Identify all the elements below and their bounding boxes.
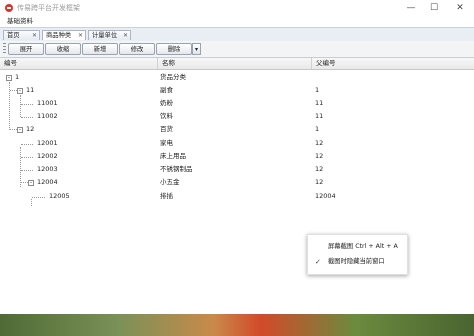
cell-parent: 11 bbox=[315, 99, 324, 107]
tree-line bbox=[21, 170, 33, 171]
cell-name: 奶粉 bbox=[160, 99, 173, 107]
tree-line bbox=[10, 129, 17, 130]
collapse-toggle-icon[interactable]: - bbox=[28, 180, 34, 186]
table-row[interactable]: - 1 货品分类 bbox=[0, 71, 474, 84]
table-row[interactable]: 12003 不锈钢制品 12 bbox=[0, 163, 474, 176]
cell-parent: 12 bbox=[315, 152, 324, 160]
cell-name: 百货 bbox=[160, 125, 173, 133]
table-row[interactable]: - 12 百货 1 bbox=[0, 123, 474, 136]
menu-item-screenshot[interactable]: 屏幕截图 Ctrl + Alt + A bbox=[308, 240, 407, 254]
window-title: 传易跨平台开发框架 bbox=[17, 4, 80, 12]
cell-parent: 12 bbox=[315, 178, 324, 186]
cell-code: 12003 bbox=[37, 165, 58, 173]
cell-name: 家电 bbox=[160, 139, 173, 147]
tree-line bbox=[32, 197, 45, 198]
cell-code: 12001 bbox=[37, 139, 58, 147]
tab-close-icon[interactable]: ✕ bbox=[78, 31, 83, 41]
desktop-wallpaper bbox=[0, 314, 474, 336]
table-row[interactable]: 12001 家电 12 bbox=[0, 137, 474, 150]
collapse-button[interactable]: 收缩 bbox=[45, 43, 81, 55]
tab-label: 首页 bbox=[7, 32, 20, 39]
app-logo-icon bbox=[5, 4, 13, 12]
cell-name: 副食 bbox=[160, 86, 173, 94]
cell-code: 12004 bbox=[37, 178, 58, 186]
add-button[interactable]: 新增 bbox=[82, 43, 118, 55]
toolbar: 展开 收缩 新增 修改 删除 ▾ bbox=[0, 41, 474, 58]
cell-parent: 12004 bbox=[315, 192, 336, 200]
tab-close-icon[interactable]: ✕ bbox=[123, 31, 128, 41]
collapse-toggle-icon[interactable]: - bbox=[6, 75, 12, 81]
tree-line bbox=[21, 117, 33, 118]
toolbar-grip-icon[interactable] bbox=[3, 43, 6, 55]
edit-button[interactable]: 修改 bbox=[119, 43, 155, 55]
close-button[interactable]: ✕ bbox=[449, 1, 471, 15]
tab-home[interactable]: 首页 ✕ bbox=[3, 30, 40, 40]
collapse-toggle-icon[interactable]: - bbox=[17, 88, 23, 94]
tab-label: 商品种类 bbox=[46, 32, 72, 39]
tree-line bbox=[21, 157, 33, 158]
tab-close-icon[interactable]: ✕ bbox=[32, 31, 37, 41]
cell-code: 1 bbox=[15, 73, 20, 81]
context-menu: 屏幕截图 Ctrl + Alt + A ✓ 截图时隐藏当前窗口 bbox=[307, 234, 408, 275]
tab-label: 计量单位 bbox=[92, 32, 118, 39]
menu-bar: 基础资料 bbox=[0, 16, 474, 27]
cell-name: 小五金 bbox=[160, 178, 180, 186]
table-row[interactable]: 12002 床上用品 12 bbox=[0, 150, 474, 163]
cell-parent: 1 bbox=[315, 86, 320, 94]
tab-unit[interactable]: 计量单位 ✕ bbox=[88, 30, 131, 40]
tree-grid: 编号 名称 父编号 - 1 货品分类 - 11 副食 1 11001 奶粉 11… bbox=[0, 58, 474, 314]
cell-parent: 11 bbox=[315, 112, 324, 120]
check-icon: ✓ bbox=[315, 258, 321, 266]
table-row[interactable]: - 11 副食 1 bbox=[0, 84, 474, 97]
cell-code: 11001 bbox=[37, 99, 58, 107]
cell-name: 不锈钢制品 bbox=[160, 165, 193, 173]
expand-button[interactable]: 展开 bbox=[8, 43, 44, 55]
toolbar-overflow-button[interactable]: ▾ bbox=[192, 43, 201, 55]
tree-line bbox=[21, 104, 33, 105]
table-row[interactable]: 11001 奶粉 11 bbox=[0, 97, 474, 110]
tab-product-category[interactable]: 商品种类 ✕ bbox=[42, 30, 86, 40]
tree-line bbox=[21, 144, 33, 145]
cell-code: 12002 bbox=[37, 152, 58, 160]
cell-name: 货品分类 bbox=[160, 73, 186, 81]
column-header-code[interactable]: 编号 bbox=[0, 58, 158, 69]
table-row[interactable]: 12005 排插 12004 bbox=[0, 190, 474, 203]
grid-header: 编号 名称 父编号 bbox=[0, 58, 474, 70]
table-row[interactable]: - 12004 小五金 12 bbox=[0, 176, 474, 189]
cell-code: 11002 bbox=[37, 112, 58, 120]
menu-item-label: 屏幕截图 Ctrl + Alt + A bbox=[328, 243, 398, 250]
column-header-parent[interactable]: 父编号 bbox=[312, 58, 474, 69]
table-row[interactable]: 11002 饮料 11 bbox=[0, 110, 474, 123]
cell-parent: 1 bbox=[315, 125, 320, 133]
cell-code: 11 bbox=[26, 86, 35, 94]
title-bar[interactable]: 传易跨平台开发框架 — ☐ ✕ bbox=[0, 0, 474, 16]
menu-item-hide-window[interactable]: ✓ 截图时隐藏当前窗口 bbox=[308, 255, 407, 269]
cell-name: 饮料 bbox=[160, 112, 173, 120]
collapse-toggle-icon[interactable]: - bbox=[17, 127, 23, 133]
column-header-name[interactable]: 名称 bbox=[158, 58, 312, 69]
menu-item-label: 截图时隐藏当前窗口 bbox=[328, 258, 385, 265]
cell-code: 12005 bbox=[49, 192, 70, 200]
cell-parent: 12 bbox=[315, 139, 324, 147]
tree-line bbox=[10, 90, 17, 91]
maximize-button[interactable]: ☐ bbox=[423, 1, 445, 15]
cell-name: 床上用品 bbox=[160, 152, 186, 160]
menu-basic-data[interactable]: 基础资料 bbox=[7, 16, 33, 27]
cell-name: 排插 bbox=[160, 192, 173, 200]
tree-line bbox=[21, 182, 28, 183]
delete-button[interactable]: 删除 bbox=[156, 43, 192, 55]
minimize-button[interactable]: — bbox=[400, 1, 422, 15]
cell-parent: 12 bbox=[315, 165, 324, 173]
tab-bar: 首页 ✕ 商品种类 ✕ 计量单位 ✕ bbox=[0, 27, 474, 42]
cell-code: 12 bbox=[26, 125, 35, 133]
